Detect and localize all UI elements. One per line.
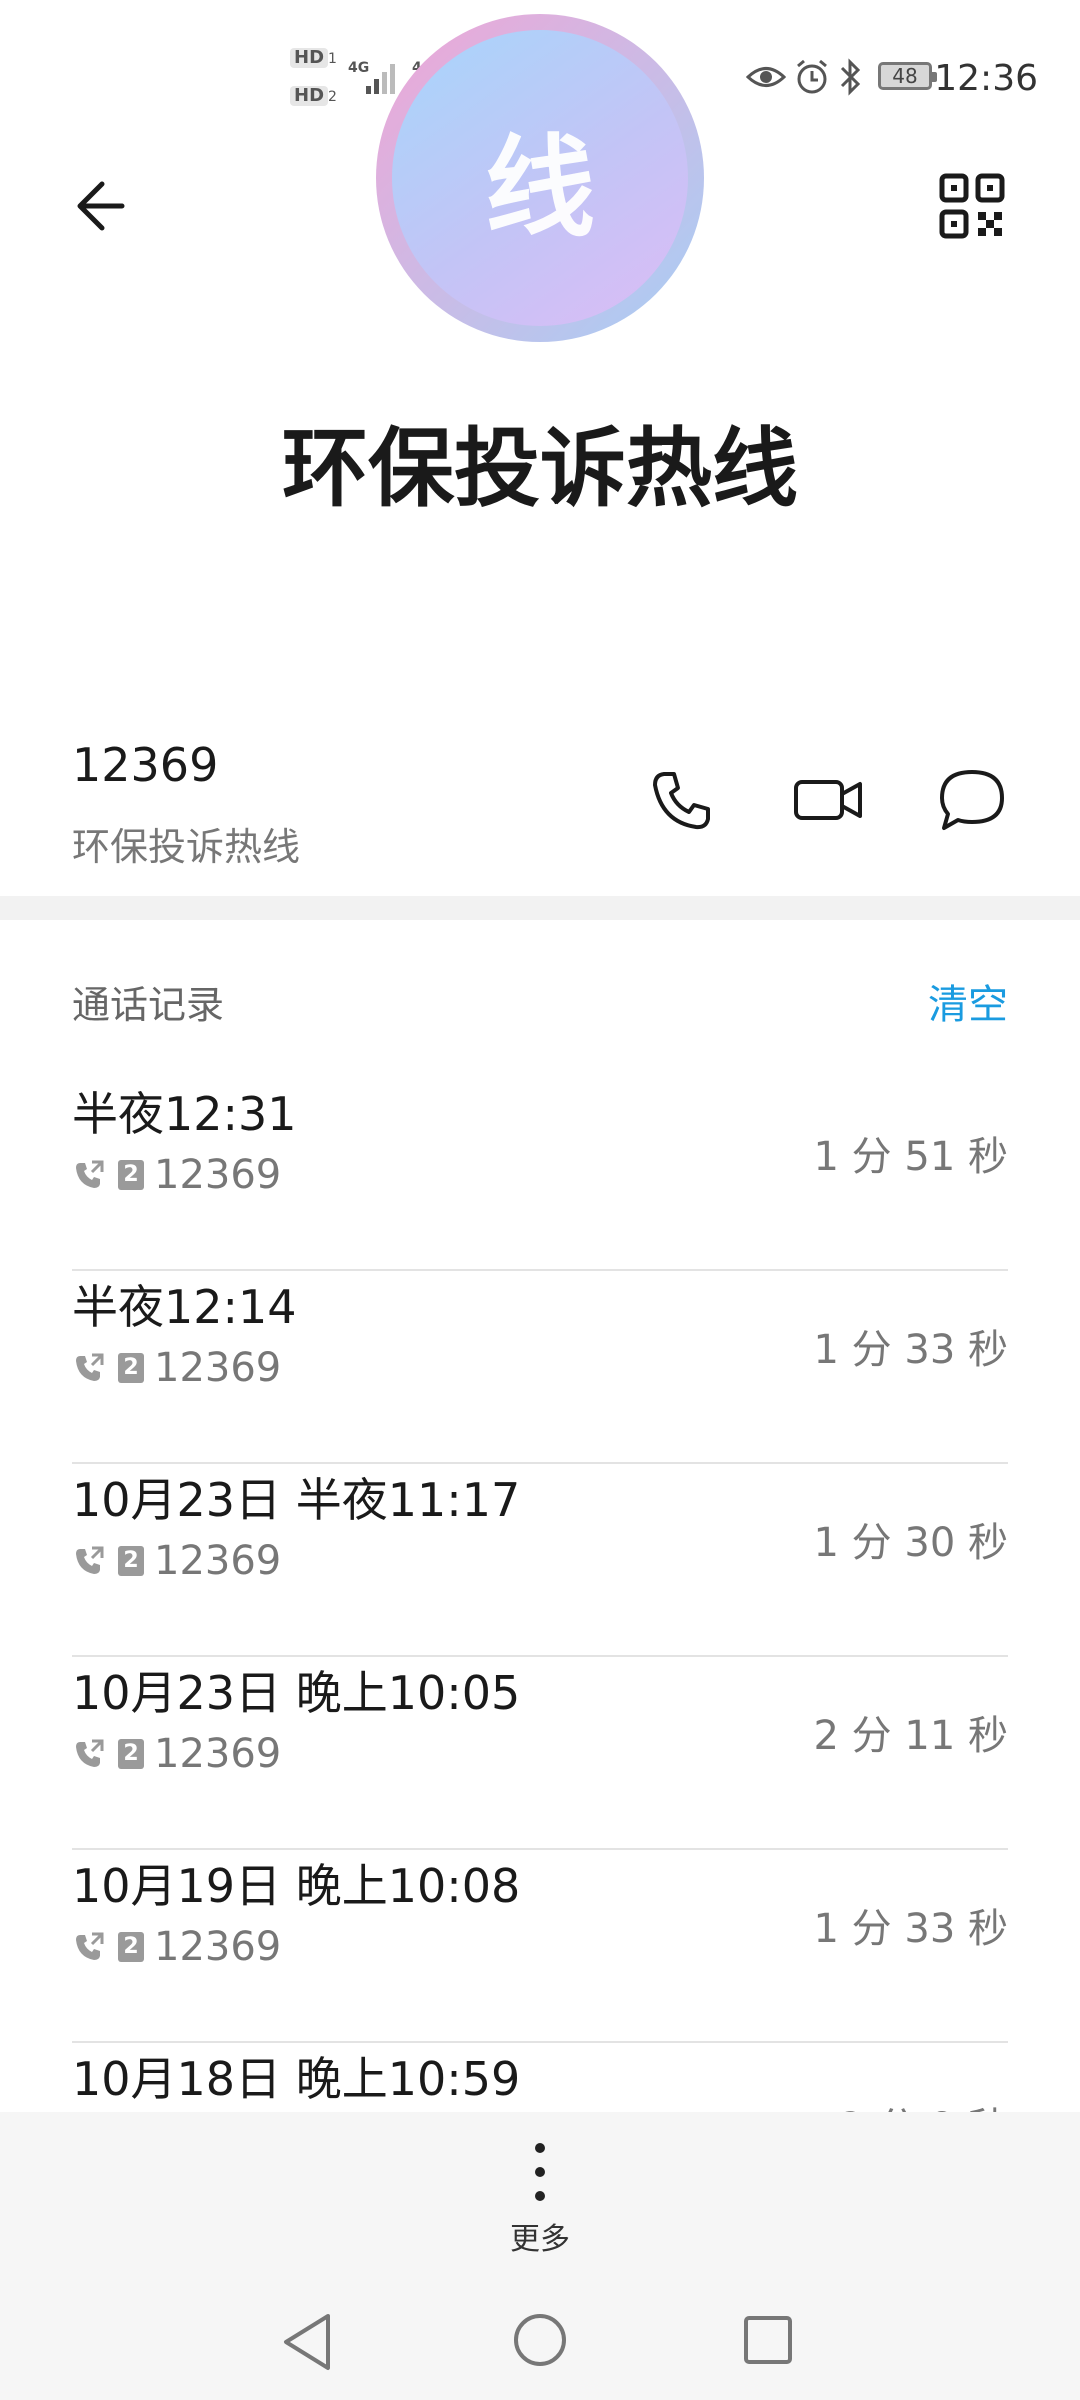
call-record-row[interactable]: 半夜12:31 2 12369 1 分 51 秒 — [72, 1078, 1008, 1271]
sim-badge: 2 — [118, 1932, 144, 1962]
outgoing-call-icon — [76, 1546, 104, 1574]
message-bubble-icon — [940, 770, 1004, 830]
outgoing-call-icon — [76, 1160, 104, 1188]
clear-history-button[interactable]: 清空 — [928, 972, 1008, 1030]
sim-badge: 2 — [118, 1160, 144, 1190]
call-duration: 1 分 33 秒 — [813, 1327, 1009, 1373]
call-record-row[interactable]: 10月23日 晚上10:05 2 12369 2 分 11 秒 — [72, 1657, 1008, 1850]
call-time: 10月23日 晚上10:05 — [72, 1666, 521, 1720]
outgoing-call-icon — [76, 1932, 104, 1960]
call-button[interactable] — [642, 760, 722, 840]
message-button[interactable] — [932, 760, 1012, 840]
call-history-title: 通话记录 — [72, 983, 225, 1027]
bluetooth-icon — [840, 58, 861, 96]
avatar-initial: 线 — [485, 124, 595, 252]
call-record-row[interactable]: 半夜12:14 2 12369 1 分 33 秒 — [72, 1271, 1008, 1464]
call-number: 12369 — [154, 1345, 282, 1391]
call-duration: 1 分 51 秒 — [813, 1134, 1009, 1180]
eye-icon — [746, 67, 786, 87]
qr-code-icon[interactable] — [938, 172, 1006, 240]
nav-back-icon[interactable] — [278, 2310, 342, 2374]
call-time: 10月19日 晚上10:08 — [72, 1859, 521, 1913]
call-number: 12369 — [154, 1152, 282, 1198]
contact-name: 环保投诉热线 — [282, 419, 798, 519]
sim-badge: 2 — [118, 1739, 144, 1769]
call-duration: 1 分 33 秒 — [813, 1906, 1009, 1952]
outgoing-call-icon — [76, 1353, 104, 1381]
hd2-badge: HD 2 — [290, 86, 337, 106]
clock: 12:36 — [934, 58, 1038, 99]
nav-recent-apps-icon[interactable] — [740, 2312, 800, 2372]
phone-number[interactable]: 12369 — [72, 738, 218, 792]
back-arrow-icon[interactable] — [72, 170, 142, 240]
call-time: 10月23日 半夜11:17 — [72, 1473, 521, 1527]
hd1-badge: HD 1 — [290, 48, 337, 68]
call-duration: 2 分 11 秒 — [813, 1713, 1009, 1759]
video-call-button[interactable] — [788, 760, 868, 840]
video-camera-icon — [794, 780, 862, 820]
call-time: 半夜12:14 — [72, 1280, 297, 1334]
more-button-label[interactable]: 更多 — [0, 2214, 1080, 2258]
outgoing-call-icon — [76, 1739, 104, 1767]
call-record-row[interactable]: 10月23日 半夜11:17 2 12369 1 分 30 秒 — [72, 1464, 1008, 1657]
phone-number-label: 环保投诉热线 — [72, 825, 301, 869]
call-number: 12369 — [154, 1538, 282, 1584]
call-number: 12369 — [154, 1924, 282, 1970]
more-vertical-icon[interactable] — [526, 2138, 554, 2206]
phone-icon — [653, 772, 710, 830]
call-record-row[interactable]: 10月19日 晚上10:08 2 12369 1 分 33 秒 — [72, 1850, 1008, 2043]
call-time: 10月18日 晚上10:59 — [72, 2052, 521, 2106]
sim-badge: 2 — [118, 1353, 144, 1383]
alarm-icon — [797, 59, 827, 94]
call-time: 半夜12:31 — [72, 1087, 297, 1141]
call-number: 12369 — [154, 1731, 282, 1777]
battery-indicator: 48 — [878, 62, 937, 90]
avatar: 线 — [392, 30, 688, 326]
sim-badge: 2 — [118, 1546, 144, 1576]
call-duration: 1 分 30 秒 — [813, 1520, 1009, 1566]
section-divider — [0, 896, 1080, 920]
nav-home-icon[interactable] — [512, 2310, 576, 2374]
